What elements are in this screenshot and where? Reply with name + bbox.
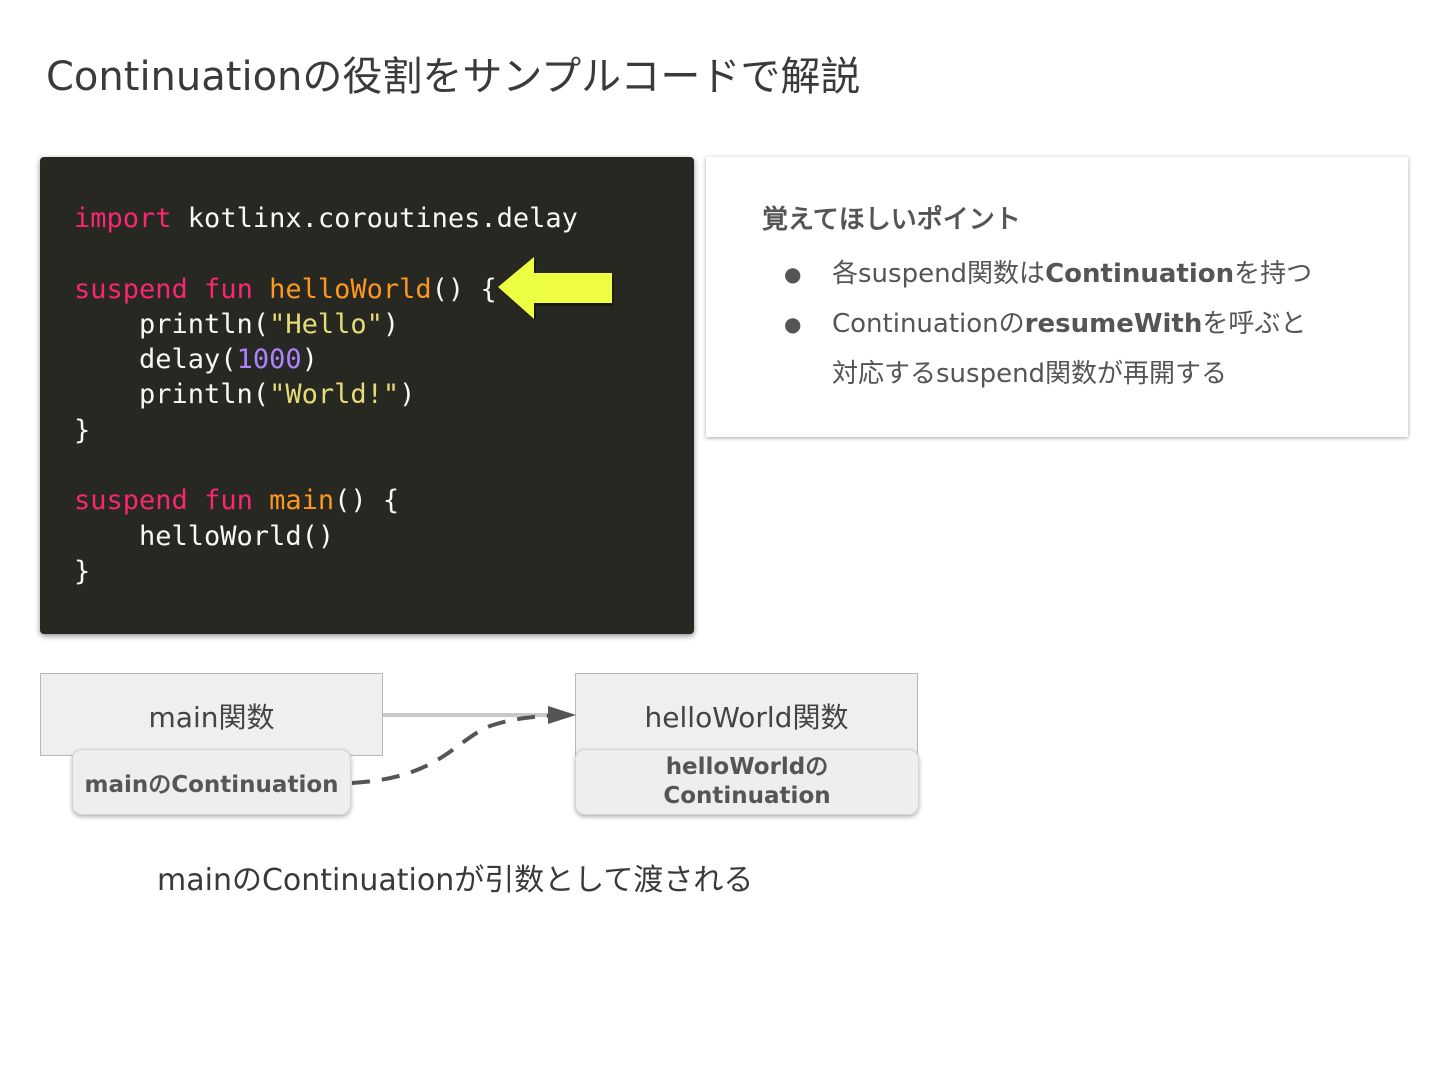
main-continuation-label: mainのContinuation	[84, 772, 339, 798]
helloworld-continuation-line2: Continuation	[663, 783, 831, 809]
continuation-pass-arrow	[351, 713, 576, 785]
diagram-connectors	[351, 706, 576, 785]
helloworld-continuation-badge: helloWorldの Continuation	[575, 749, 919, 815]
continuation-arrowhead-icon	[548, 706, 576, 724]
diagram-caption: mainのContinuationが引数として渡される	[157, 863, 754, 898]
helloworld-continuation-line1: helloWorldの	[665, 754, 829, 780]
main-continuation-badge: mainのContinuation	[72, 749, 351, 815]
